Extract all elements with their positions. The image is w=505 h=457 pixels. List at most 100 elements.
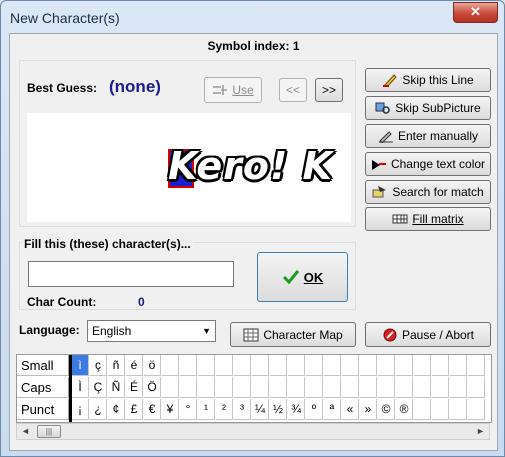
charset-cell[interactable] [306, 355, 323, 376]
charset-cell[interactable] [180, 355, 197, 376]
charset-cell[interactable]: © [378, 399, 395, 420]
skip-line-button[interactable]: Skip this Line [365, 68, 491, 92]
characters-input[interactable] [28, 261, 234, 287]
charset-cell[interactable] [324, 377, 341, 398]
grid-horizontal-scrollbar[interactable]: ◄ ||| ► [16, 423, 490, 440]
charset-cell[interactable] [468, 377, 485, 398]
subpicture-preview: Kero! K [27, 113, 351, 222]
charset-cell[interactable]: ³ [234, 399, 251, 420]
charset-cell[interactable]: ¡ [72, 399, 89, 420]
character-map-button[interactable]: Character Map [230, 322, 356, 347]
charset-cell[interactable]: £ [126, 399, 143, 420]
charset-cell[interactable]: ° [180, 399, 197, 420]
charset-cell[interactable] [414, 355, 431, 376]
pen-skip-icon [383, 74, 398, 87]
charset-cell[interactable]: ¥ [162, 399, 179, 420]
charset-cell[interactable] [432, 399, 449, 420]
charset-cell[interactable] [396, 377, 413, 398]
charset-cell[interactable] [234, 377, 251, 398]
charset-cell[interactable]: € [144, 399, 161, 420]
charset-cell[interactable] [270, 355, 287, 376]
charset-cell[interactable] [360, 377, 377, 398]
enter-manually-button[interactable]: Enter manually [365, 124, 491, 148]
pause-abort-button[interactable]: Pause / Abort [365, 322, 491, 347]
window-title: New Character(s) [10, 10, 120, 26]
charset-cell[interactable] [216, 355, 233, 376]
skip-line-label: Skip this Line [402, 73, 474, 87]
charset-cell[interactable]: ñ [108, 355, 125, 376]
charset-cell[interactable]: º [306, 399, 323, 420]
charset-row-label: Punct [17, 399, 69, 420]
charset-cell[interactable] [180, 377, 197, 398]
special-characters-grid: Small ì ç ñ é ö Caps Ì Ç Ñ É Ö Punct ¡ ¿ ¢ £ € ¥ ° ¹ ² ³ ¼ ½ ¾ º ª «… [16, 354, 492, 423]
scroll-right-icon[interactable]: ► [472, 424, 489, 439]
charset-cell[interactable]: Ö [144, 377, 161, 398]
scroll-left-icon[interactable]: ◄ [17, 424, 34, 439]
charset-cell[interactable]: ® [396, 399, 413, 420]
skip-subpicture-button[interactable]: Skip SubPicture [365, 96, 491, 120]
charset-cell[interactable] [450, 399, 467, 420]
charset-cell[interactable]: ö [144, 355, 161, 376]
fill-matrix-label: Fill matrix [412, 212, 464, 226]
charset-cell[interactable]: Ì [72, 377, 89, 398]
change-text-color-button[interactable]: Change text color [365, 152, 491, 176]
charset-cell[interactable]: ª [324, 399, 341, 420]
charset-cell[interactable]: ² [216, 399, 233, 420]
charset-cell[interactable] [450, 355, 467, 376]
scroll-thumb[interactable]: ||| [37, 425, 61, 438]
close-button[interactable]: ✕ [453, 2, 498, 23]
enter-manually-label: Enter manually [397, 129, 479, 143]
charset-cell[interactable] [378, 377, 395, 398]
charset-cell[interactable]: ½ [270, 399, 287, 420]
title-bar[interactable]: New Character(s) ✕ [1, 1, 504, 33]
charset-cell[interactable]: Ç [90, 377, 107, 398]
ok-button[interactable]: OK [257, 252, 348, 302]
charset-cell[interactable] [396, 355, 413, 376]
charset-cell[interactable] [378, 355, 395, 376]
charset-cell[interactable] [198, 377, 215, 398]
charset-cell[interactable]: É [126, 377, 143, 398]
charset-cell[interactable] [162, 377, 179, 398]
char-count-label: Char Count: [27, 295, 97, 309]
charset-cell[interactable] [342, 377, 359, 398]
charset-cell[interactable]: ¢ [108, 399, 125, 420]
charset-cell[interactable] [468, 399, 485, 420]
charset-cell[interactable]: ì [72, 355, 89, 376]
charset-cell[interactable]: ¿ [90, 399, 107, 420]
fill-matrix-button[interactable]: Fill matrix [365, 207, 491, 231]
use-button[interactable]: Use [204, 77, 262, 103]
charset-cell[interactable] [270, 377, 287, 398]
charset-cell[interactable] [450, 377, 467, 398]
charset-cell[interactable]: é [126, 355, 143, 376]
charset-cell[interactable] [288, 377, 305, 398]
search-match-button[interactable]: Search for match [365, 180, 491, 204]
charset-cell[interactable] [324, 355, 341, 376]
charset-cell[interactable] [252, 377, 269, 398]
charset-cell[interactable] [432, 377, 449, 398]
charset-cell[interactable] [342, 355, 359, 376]
charset-cell[interactable]: « [342, 399, 359, 420]
charset-cell[interactable]: » [360, 399, 377, 420]
charset-cell[interactable] [360, 355, 377, 376]
charset-cell[interactable]: ¼ [252, 399, 269, 420]
charset-cell[interactable] [216, 377, 233, 398]
change-text-color-label: Change text color [390, 157, 486, 171]
charset-cell[interactable] [288, 355, 305, 376]
charset-cell[interactable] [252, 355, 269, 376]
charset-cell[interactable] [234, 355, 251, 376]
charset-cell[interactable] [468, 355, 485, 376]
next-button[interactable]: >> [315, 78, 343, 102]
charset-cell[interactable] [198, 355, 215, 376]
language-select[interactable]: English ▼ [87, 320, 216, 342]
preview-text: Kero! K [168, 144, 333, 188]
charset-cell[interactable]: ç [90, 355, 107, 376]
charset-cell[interactable]: ¾ [288, 399, 305, 420]
charset-cell[interactable]: Ñ [108, 377, 125, 398]
charset-cell[interactable]: ¹ [198, 399, 215, 420]
previous-button[interactable]: << [279, 78, 307, 102]
charset-cell[interactable] [414, 377, 431, 398]
charset-cell[interactable] [414, 399, 431, 420]
charset-cell[interactable] [162, 355, 179, 376]
charset-cell[interactable] [306, 377, 323, 398]
charset-cell[interactable] [432, 355, 449, 376]
